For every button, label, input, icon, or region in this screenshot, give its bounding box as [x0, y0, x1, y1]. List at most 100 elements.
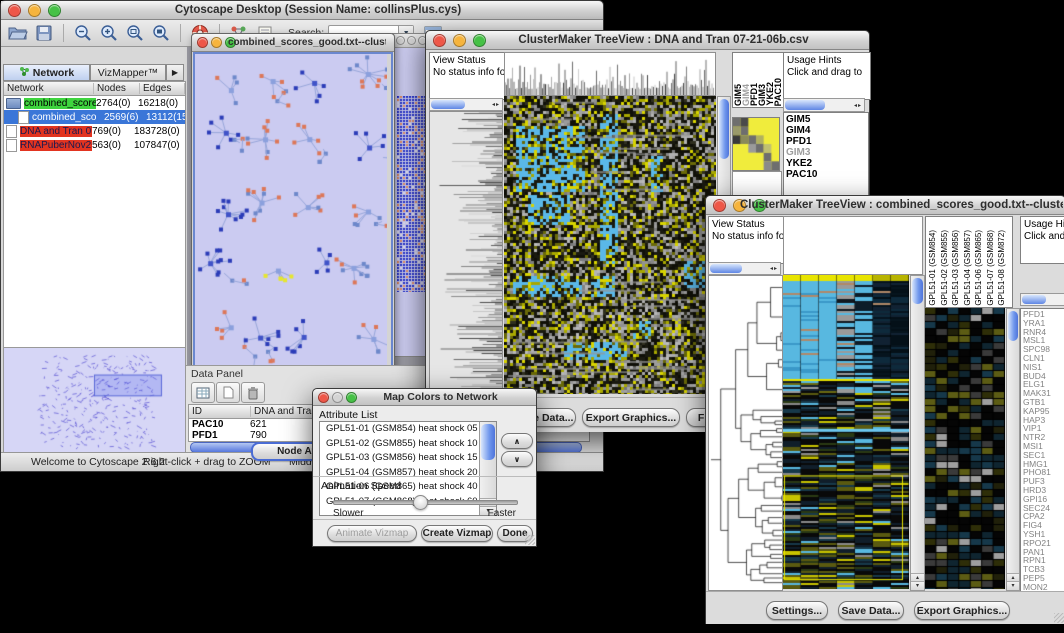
close-button[interactable]	[396, 36, 405, 45]
zoomed-heatmap-canvas[interactable]	[925, 308, 1005, 589]
export-graphics-button[interactable]: Export Graphics...	[582, 408, 680, 427]
hscroll-arrows-icon[interactable]: ◂▸	[770, 263, 778, 274]
network-row[interactable]: combined_scores 2764(0) 16218(0)	[4, 96, 185, 110]
vscrollbar[interactable]: ▴ ▾	[1006, 308, 1020, 591]
column-label[interactable]: GPL51-01 (GSM854)	[927, 230, 939, 306]
close-button[interactable]	[713, 199, 726, 212]
gene-list[interactable]: PFD1YRA1RNR4MSL1SPC98CLN1NIS1BUD4ELG1MAK…	[1020, 308, 1064, 593]
minimize-button[interactable]	[453, 34, 466, 47]
attribute-item[interactable]: GPL51-01 (GSM854) heat shock 05 min	[323, 422, 496, 437]
save-data-button[interactable]: Save Data...	[838, 601, 904, 620]
hscroll-thumb[interactable]	[710, 264, 742, 273]
column-label[interactable]: GPL51-07 (GSM868)	[985, 230, 997, 306]
animation-speed-slider-thumb[interactable]	[413, 495, 428, 510]
column-label[interactable]: GPL51-04 (GSM857)	[962, 230, 974, 306]
gene-label[interactable]: PAC10	[786, 169, 866, 180]
minimize-button[interactable]	[211, 37, 222, 48]
attribute-grid-icon[interactable]	[191, 382, 215, 403]
treeview-dna-titlebar[interactable]: ClusterMaker TreeView : DNA and Tran 07-…	[426, 31, 869, 50]
gene-label[interactable]: PFD1	[786, 136, 866, 147]
usage-hints-title: Usage Hints	[787, 55, 867, 67]
hscroll-arrows-icon[interactable]: ◂▸	[854, 99, 862, 111]
network-overview-thumbnail[interactable]	[3, 347, 186, 453]
vscrollbar[interactable]: ▴ ▾	[910, 275, 925, 591]
close-button[interactable]	[197, 37, 208, 48]
heatmap-canvas[interactable]	[783, 275, 909, 589]
tab-vizmapper[interactable]: VizMapper™	[90, 64, 166, 81]
hscroll-thumb[interactable]	[431, 100, 465, 109]
resize-grip[interactable]	[525, 535, 535, 545]
column-label[interactable]: GPL51-08 (GSM872)	[996, 230, 1008, 306]
close-button[interactable]	[318, 392, 329, 403]
treeview-combined-titlebar[interactable]: ClusterMaker TreeView : combined_scores_…	[706, 196, 1064, 215]
close-button[interactable]	[8, 4, 21, 17]
minimize-button[interactable]	[407, 36, 416, 45]
vscroll-thumb[interactable]	[481, 424, 495, 460]
trash-icon[interactable]	[241, 382, 265, 403]
scroll-down-icon[interactable]: ▾	[1007, 581, 1019, 590]
main-titlebar[interactable]: Cytoscape Desktop (Session Name: collins…	[1, 1, 603, 20]
network-file-icon	[18, 111, 29, 124]
minimize-button[interactable]	[332, 392, 343, 403]
move-down-button[interactable]: ∨	[501, 451, 533, 467]
zoom-in-icon[interactable]	[96, 23, 122, 44]
network-canvas[interactable]	[195, 54, 387, 366]
settings-button[interactable]: Settings...	[766, 601, 828, 620]
export-graphics-button[interactable]: Export Graphics...	[914, 601, 1010, 620]
hscroll-thumb[interactable]	[1022, 295, 1046, 304]
column-dendrogram-canvas[interactable]	[504, 52, 716, 96]
vscroll-thumb[interactable]	[1008, 311, 1018, 341]
zoom-fit-icon[interactable]	[148, 23, 174, 44]
gene-label[interactable]: GIM4	[786, 125, 866, 136]
attribute-items: GPL51-01 (GSM854) heat shock 05 minGPL51…	[320, 422, 496, 509]
column-id[interactable]: ID	[189, 406, 251, 417]
hscrollbar[interactable]: ◂▸	[429, 98, 503, 111]
usage-hints-panel: Usage Hints Click and drag to	[1020, 216, 1064, 264]
network-row[interactable]: DNA and Tran 07 769(0) 183728(0)	[4, 124, 185, 138]
hscrollbar[interactable]	[1020, 293, 1064, 306]
column-label[interactable]: GPL51-03 (GSM856)	[950, 230, 962, 306]
column-network[interactable]: Network	[4, 83, 94, 94]
new-document-icon[interactable]	[216, 382, 240, 403]
tab-network[interactable]: Network	[3, 64, 90, 81]
open-folder-icon[interactable]	[5, 23, 31, 44]
dialog-titlebar[interactable]: Map Colors to Network	[313, 389, 536, 406]
animate-vizmap-button[interactable]: Animate Vizmap	[327, 525, 417, 542]
attribute-item[interactable]: GPL51-04 (GSM857) heat shock 20 min	[323, 466, 496, 481]
gene-label[interactable]: GIM5	[786, 114, 866, 125]
column-label[interactable]: GPL51-02 (GSM855)	[939, 230, 951, 306]
row-dendrogram-canvas[interactable]	[708, 275, 783, 591]
row-dendrogram-canvas[interactable]	[429, 111, 503, 397]
close-button[interactable]	[433, 34, 446, 47]
zoom-out-icon[interactable]	[70, 23, 96, 44]
hscroll-thumb[interactable]	[785, 100, 825, 110]
hscrollbar[interactable]: ◂▸	[708, 262, 781, 275]
attribute-item[interactable]: GPL51-02 (GSM855) heat shock 10 min	[323, 437, 496, 452]
column-nodes[interactable]: Nodes	[94, 83, 140, 94]
column-label[interactable]: PAC10	[774, 78, 782, 106]
hscroll-arrows-icon[interactable]: ◂▸	[492, 99, 500, 110]
network-table-header[interactable]: Network Nodes Edges	[4, 82, 185, 96]
gene-label[interactable]: YKE2	[786, 158, 866, 169]
network-row[interactable]: combined_sco 2569(6) 13112(15)	[4, 110, 185, 124]
save-icon[interactable]	[31, 23, 57, 44]
network-view-titlebar[interactable]: combined_scores_good.txt--cluste...	[192, 34, 394, 52]
vscroll-thumb[interactable]	[912, 278, 923, 304]
resize-grip[interactable]	[1054, 613, 1064, 623]
attribute-item[interactable]: GPL51-03 (GSM856) heat shock 15 min	[323, 451, 496, 466]
hscrollbar[interactable]: ◂▸	[783, 98, 865, 112]
minimize-button[interactable]	[28, 4, 41, 17]
vscroll-thumb[interactable]	[719, 99, 729, 159]
more-tabs-button[interactable]: ▶	[166, 64, 184, 81]
column-label[interactable]: GPL51-06 (GSM865)	[973, 230, 985, 306]
heatmap-canvas[interactable]	[504, 96, 716, 394]
correlation-matrix-canvas[interactable]	[732, 117, 780, 171]
zoom-selected-icon[interactable]	[122, 23, 148, 44]
scroll-down-icon[interactable]: ▾	[911, 581, 924, 590]
usage-hints-panel: Usage Hints Click and drag to	[783, 52, 871, 100]
move-up-button[interactable]: ∧	[501, 433, 533, 449]
network-row[interactable]: RNAPuberNov2+I 563(0) 107847(0)	[4, 138, 185, 152]
gene-label[interactable]: GIM3	[786, 147, 866, 158]
create-vizmap-button[interactable]: Create Vizmap	[421, 525, 493, 542]
column-edges[interactable]: Edges	[140, 83, 185, 94]
